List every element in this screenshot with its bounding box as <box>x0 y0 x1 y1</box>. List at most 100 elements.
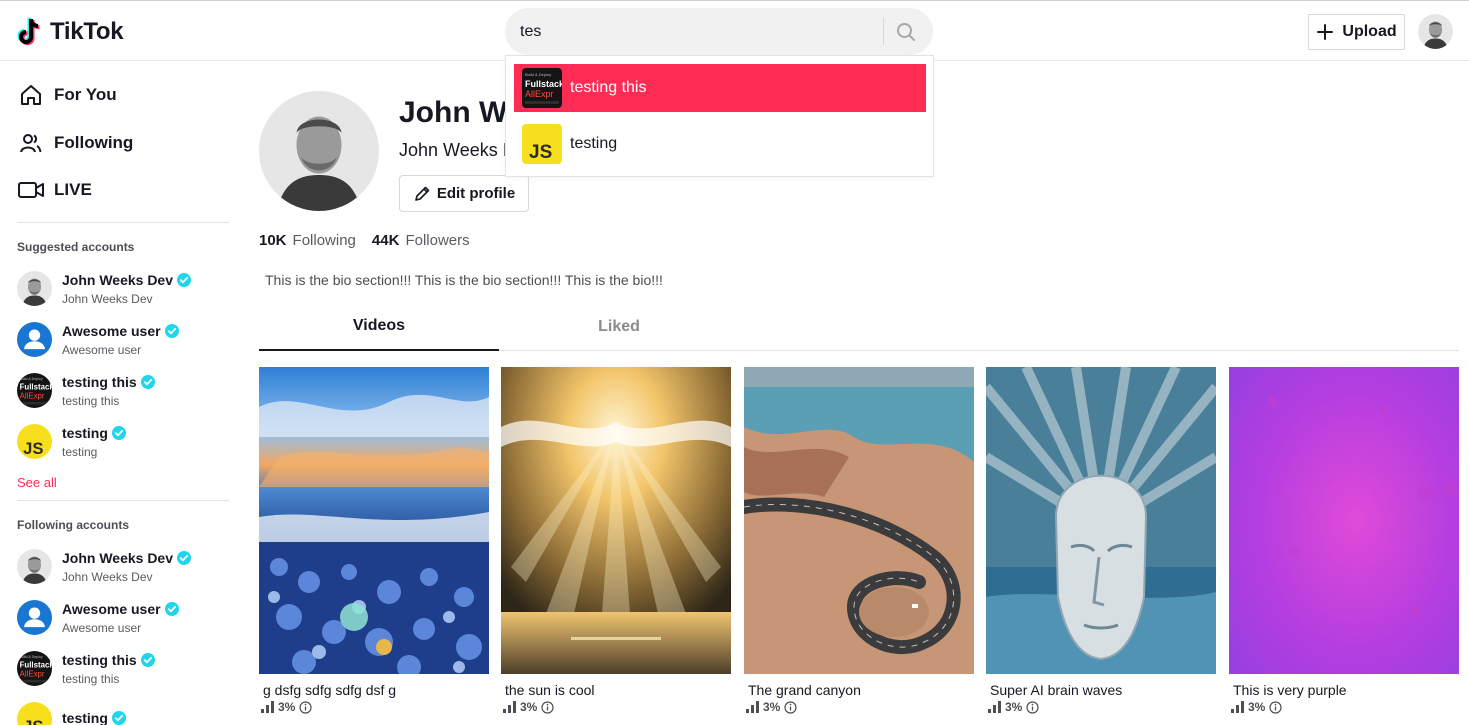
video-stats: 3% <box>259 700 489 714</box>
account-handle: John Weeks Dev <box>62 569 153 584</box>
suggested-account[interactable]: testing this testing this <box>17 373 155 408</box>
profile-bio: This is the bio section!!! This is the b… <box>265 272 663 288</box>
tiktok-logo-icon <box>17 17 40 46</box>
nav-for-you[interactable]: For You <box>18 82 117 108</box>
account-name: John Weeks Dev <box>62 549 174 566</box>
verified-icon <box>177 551 191 565</box>
video-thumbnail[interactable] <box>501 367 731 674</box>
search-bar <box>505 8 933 55</box>
account-handle: Awesome user <box>62 620 142 635</box>
upload-button[interactable]: Upload <box>1308 14 1405 50</box>
video-card[interactable]: The grand canyon 3% <box>744 367 974 714</box>
following-account[interactable]: testing this testing this <box>17 651 155 686</box>
video-caption: g dsfg sdfg sdfg dsf g <box>263 682 397 698</box>
suggested-accounts-title: Suggested accounts <box>17 240 135 254</box>
profile-stats: 10K Following 44K Followers <box>259 232 470 249</box>
see-all-link[interactable]: See all <box>17 475 57 490</box>
pencil-icon <box>415 186 430 201</box>
edit-profile-button[interactable]: Edit profile <box>399 175 529 212</box>
search-result-item[interactable]: testing <box>514 120 926 168</box>
verified-icon <box>112 426 126 440</box>
info-icon[interactable] <box>541 700 554 714</box>
tab-videos[interactable]: Videos <box>259 303 499 351</box>
video-thumbnail[interactable] <box>259 367 489 674</box>
views-icon <box>503 701 516 713</box>
following-count: 10K <box>259 232 287 249</box>
sidebar: For You Following LIVE Suggested account… <box>0 62 245 725</box>
info-icon[interactable] <box>1026 700 1039 714</box>
search-result-item[interactable]: testing this <box>514 64 926 112</box>
account-name: Awesome user <box>62 322 161 339</box>
info-icon[interactable] <box>1269 700 1282 714</box>
user-avatar[interactable] <box>1418 14 1453 49</box>
account-name: testing <box>62 424 108 441</box>
account-handle: John Weeks Dev <box>62 291 153 306</box>
search-result-thumbnail <box>522 68 562 108</box>
followers-count: 44K <box>371 232 400 249</box>
account-handle: testing this <box>62 393 120 408</box>
avatar <box>17 651 52 686</box>
nav-following[interactable]: Following <box>18 130 133 156</box>
suggested-account[interactable]: testing testing <box>17 424 126 459</box>
plus-icon <box>1317 24 1334 40</box>
video-stats: 3% <box>501 700 731 714</box>
followers-stat[interactable]: 44K Followers <box>372 232 470 249</box>
views-icon <box>1231 701 1244 713</box>
top-bar: TikTok Upload <box>0 0 1469 61</box>
suggested-account[interactable]: John Weeks Dev John Weeks Dev <box>17 271 191 306</box>
nav-label: LIVE <box>54 180 92 199</box>
account-name: testing this <box>62 651 137 668</box>
following-account[interactable]: testing <box>17 702 126 725</box>
video-card[interactable]: the sun is cool 3% <box>501 367 731 714</box>
video-stat-value: 3% <box>1005 700 1023 714</box>
video-stat-value: 3% <box>763 700 781 714</box>
avatar <box>17 549 52 584</box>
avatar <box>17 322 52 357</box>
account-name: John Weeks Dev <box>62 271 174 288</box>
video-caption: This is very purple <box>1233 682 1347 698</box>
video-stats: 3% <box>986 700 1216 714</box>
search-input[interactable] <box>520 8 880 55</box>
info-icon[interactable] <box>784 700 797 714</box>
video-card[interactable]: This is very purple 3% <box>1229 367 1459 714</box>
verified-icon <box>141 653 155 667</box>
edit-profile-label: Edit profile <box>436 185 516 202</box>
profile-name: John W <box>399 96 508 129</box>
video-thumbnail[interactable] <box>986 367 1216 674</box>
home-icon <box>18 82 44 108</box>
video-caption: the sun is cool <box>505 682 595 698</box>
views-icon <box>988 701 1001 713</box>
video-card[interactable]: g dsfg sdfg sdfg dsf g 3% <box>259 367 489 714</box>
video-stats: 3% <box>744 700 974 714</box>
nav-label: For You <box>54 85 117 104</box>
avatar <box>17 271 52 306</box>
following-account[interactable]: John Weeks Dev John Weeks Dev <box>17 549 191 584</box>
tab-liked[interactable]: Liked <box>499 303 739 351</box>
search-icon <box>897 23 915 41</box>
search-result-label: testing this <box>570 79 647 96</box>
user-avatar-image <box>1418 14 1453 49</box>
upload-label: Upload <box>1342 23 1397 40</box>
following-account[interactable]: Awesome user Awesome user <box>17 600 179 635</box>
verified-icon <box>165 324 179 338</box>
suggested-account[interactable]: Awesome user Awesome user <box>17 322 179 357</box>
profile-tabs: Videos Liked <box>259 303 1459 351</box>
info-icon[interactable] <box>299 700 312 714</box>
verified-icon <box>177 273 191 287</box>
nav-live[interactable]: LIVE <box>18 177 92 203</box>
search-results-dropdown: testing this testing <box>505 55 934 177</box>
views-icon <box>261 701 274 713</box>
video-caption: Super AI brain waves <box>990 682 1123 698</box>
video-card[interactable]: Super AI brain waves 3% <box>986 367 1216 714</box>
avatar <box>17 373 52 408</box>
video-caption: The grand canyon <box>748 682 861 698</box>
video-thumbnail[interactable] <box>1229 367 1459 674</box>
following-stat[interactable]: 10K Following <box>259 232 356 249</box>
people-icon <box>18 130 44 156</box>
search-button[interactable] <box>893 19 919 45</box>
tiktok-logo[interactable]: TikTok <box>14 15 124 49</box>
views-icon <box>746 701 759 713</box>
video-thumbnail[interactable] <box>744 367 974 674</box>
nav-label: Following <box>54 133 134 152</box>
account-name: testing this <box>62 373 137 390</box>
